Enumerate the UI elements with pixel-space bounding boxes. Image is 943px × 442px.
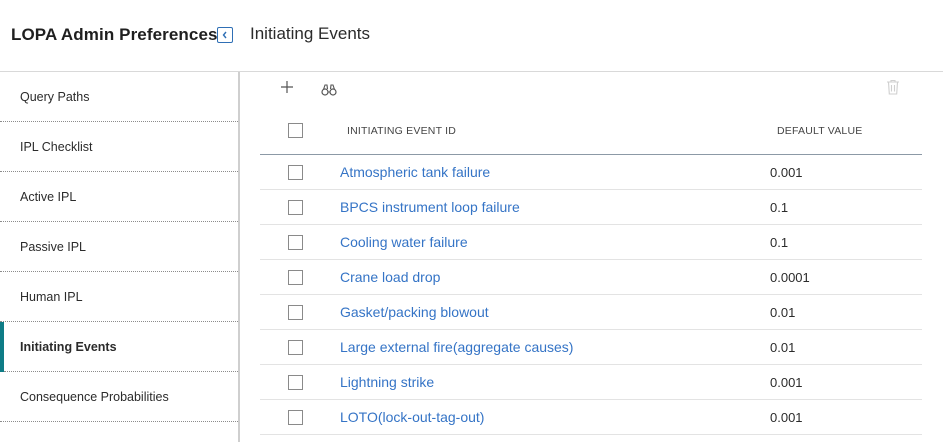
row-checkbox[interactable] (288, 305, 303, 320)
trash-icon (887, 79, 899, 95)
table-header: INITIATING EVENT ID DEFAULT VALUE (260, 108, 922, 155)
app-title: LOPA Admin Preferences (11, 25, 218, 44)
sidebar-item-query-paths[interactable]: Query Paths (0, 72, 238, 122)
sidebar: Query Paths IPL Checklist Active IPL Pas… (0, 72, 240, 442)
page-title: Initiating Events (250, 24, 371, 43)
event-id-link[interactable]: Gasket/packing blowout (340, 304, 489, 320)
sidebar-item-label: Active IPL (20, 190, 77, 204)
delete-button[interactable] (886, 79, 900, 100)
page-header: LOPA Admin Preferences Initiating Events (0, 0, 943, 72)
sidebar-item-label: Initiating Events (20, 340, 117, 354)
sidebar-item-passive-ipl[interactable]: Passive IPL (0, 222, 238, 272)
table-row: Atmospheric tank failure 0.001 (260, 155, 922, 190)
event-id-link[interactable]: Crane load drop (340, 269, 440, 285)
event-id-link[interactable]: Atmospheric tank failure (340, 164, 490, 180)
default-value: 0.1 (770, 200, 789, 215)
event-id-link[interactable]: BPCS instrument loop failure (340, 199, 520, 215)
sidebar-item-initiating-events[interactable]: Initiating Events (0, 322, 238, 372)
plus-icon (281, 81, 293, 93)
sidebar-item-label: Passive IPL (20, 240, 87, 254)
chevron-left-icon (222, 31, 227, 39)
sidebar-item-active-ipl[interactable]: Active IPL (0, 172, 238, 222)
sidebar-item-label: Consequence Probabilities (20, 390, 169, 404)
default-value: 0.001 (770, 410, 803, 425)
row-checkbox[interactable] (288, 375, 303, 390)
row-checkbox[interactable] (288, 410, 303, 425)
default-value: 0.01 (770, 340, 796, 355)
binoculars-icon (321, 84, 337, 96)
table-row: Gasket/packing blowout 0.01 (260, 295, 922, 330)
select-all-checkbox[interactable] (288, 123, 303, 138)
row-checkbox[interactable] (288, 270, 303, 285)
table-row: Lightning strike 0.001 (260, 365, 922, 400)
sidebar-item-label: IPL Checklist (20, 140, 93, 154)
sidebar-item-ipl-checklist[interactable]: IPL Checklist (0, 122, 238, 172)
collapse-sidebar-button[interactable] (217, 27, 233, 43)
event-id-link[interactable]: Large external fire(aggregate causes) (340, 339, 573, 355)
sidebar-item-label: Query Paths (20, 90, 90, 104)
event-id-link[interactable]: LOTO(lock-out-tag-out) (340, 409, 484, 425)
table-row: LOTO(lock-out-tag-out) 0.001 (260, 400, 922, 435)
column-header-default-value[interactable]: DEFAULT VALUE (777, 125, 862, 137)
table-row: BPCS instrument loop failure 0.1 (260, 190, 922, 225)
table-row: Crane load drop 0.0001 (260, 260, 922, 295)
sidebar-item-human-ipl[interactable]: Human IPL (0, 272, 238, 322)
default-value: 0.01 (770, 305, 796, 320)
add-button[interactable] (280, 80, 294, 99)
event-id-link[interactable]: Lightning strike (340, 374, 434, 390)
sidebar-item-consequence-probabilities[interactable]: Consequence Probabilities (0, 372, 238, 422)
default-value: 0.1 (770, 235, 789, 250)
table-row: Cooling water failure 0.1 (260, 225, 922, 260)
event-id-link[interactable]: Cooling water failure (340, 234, 468, 250)
row-checkbox[interactable] (288, 200, 303, 215)
search-button[interactable] (321, 83, 337, 101)
row-checkbox[interactable] (288, 340, 303, 355)
row-checkbox[interactable] (288, 235, 303, 250)
column-header-initiating-event-id[interactable]: INITIATING EVENT ID (347, 125, 456, 137)
default-value: 0.001 (770, 165, 803, 180)
row-checkbox[interactable] (288, 165, 303, 180)
default-value: 0.001 (770, 375, 803, 390)
table-row: Large external fire(aggregate causes) 0.… (260, 330, 922, 365)
sidebar-item-label: Human IPL (20, 290, 83, 304)
default-value: 0.0001 (770, 270, 810, 285)
